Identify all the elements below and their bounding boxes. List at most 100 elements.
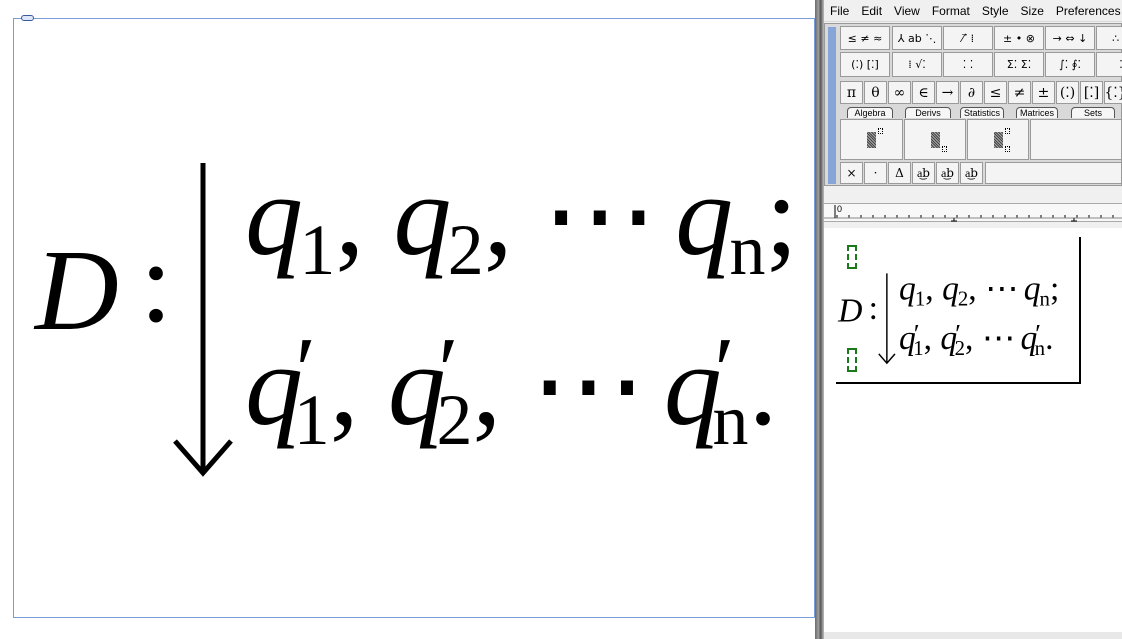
- separator: ,: [335, 152, 365, 280]
- menu-file[interactable]: File: [824, 4, 855, 18]
- template-button[interactable]: [967, 119, 1029, 160]
- tab-sets[interactable]: Sets: [1071, 107, 1115, 118]
- term-base: q: [393, 152, 452, 280]
- subscript: 1: [299, 210, 336, 291]
- palette-button[interactable]: a͜b: [912, 162, 935, 184]
- separator: ;: [765, 152, 798, 280]
- symbol-button[interactable]: →: [936, 81, 959, 104]
- symbol-button[interactable]: ±: [1032, 81, 1055, 104]
- subscript-slot-icon: [942, 146, 947, 152]
- term-base: q: [245, 152, 303, 280]
- separator: .: [1045, 319, 1054, 357]
- ruler: 0: [824, 203, 1122, 222]
- separator: ,: [968, 270, 977, 308]
- separator: ,: [483, 152, 513, 280]
- toolbar-grip[interactable]: [828, 27, 836, 184]
- ellipsis: ⋯: [530, 322, 646, 451]
- palette-button[interactable]: ∴ ∵: [1096, 26, 1122, 50]
- symbol-button[interactable]: (⁚): [1056, 81, 1079, 104]
- subscript: 2: [436, 380, 473, 461]
- menu-bar: File Edit View Format Style Size Preferences: [824, 0, 1122, 22]
- equation-lhs: D: [838, 291, 863, 329]
- palette-button[interactable]: Δ: [888, 162, 911, 184]
- menu-format[interactable]: Format: [926, 4, 976, 18]
- subscript: 2: [954, 336, 965, 360]
- palette-button[interactable]: ± • ⊗: [994, 26, 1044, 50]
- down-arrow-icon: [173, 163, 233, 478]
- subscript: n: [1039, 286, 1050, 311]
- term-base: q: [1023, 270, 1041, 308]
- subscript: 1: [293, 380, 330, 461]
- palette-button[interactable]: a͜b: [960, 162, 983, 184]
- equation-row: q1,q2,⋯qn;: [245, 158, 827, 287]
- palette-button[interactable]: ×: [840, 162, 863, 184]
- ellipsis: ⋯: [985, 270, 1019, 308]
- template-button[interactable]: [840, 119, 903, 160]
- palette-button[interactable]: ⁚ ⁚: [943, 52, 993, 77]
- palette-button[interactable]: (⁚) [⁚]: [840, 52, 890, 77]
- tab-statistics[interactable]: Statistics: [960, 107, 1004, 118]
- palette-button[interactable]: ∫⁚ ∮⁚: [1045, 52, 1095, 77]
- equation-row: q′1,q′2,⋯q′n.: [899, 320, 1062, 358]
- ellipsis: ⋯: [981, 319, 1016, 357]
- menu-view[interactable]: View: [888, 4, 926, 18]
- subscript: 2: [957, 286, 969, 311]
- ellipsis: ⋯: [541, 152, 658, 280]
- palette-button[interactable]: ⁚: [1096, 52, 1122, 77]
- palette-button[interactable]: ⁄ ⃗ ⁞: [943, 26, 993, 50]
- symbol-button[interactable]: π: [840, 81, 863, 104]
- template-block-icon: [867, 132, 876, 148]
- symbol-button[interactable]: θ: [864, 81, 887, 104]
- symbol-button[interactable]: ≤: [984, 81, 1007, 104]
- subscript: 2: [447, 210, 484, 291]
- symbol-button[interactable]: ∈: [912, 81, 935, 104]
- separator: ,: [964, 319, 974, 357]
- edit-box-bottom-border: [836, 382, 1081, 384]
- palette-button[interactable]: ·: [864, 162, 887, 184]
- separator: .: [748, 322, 778, 451]
- palette-button[interactable]: → ⇔ ↓: [1045, 26, 1095, 50]
- equation-row: q′1,q′2,⋯q′n.: [245, 322, 807, 461]
- menu-style[interactable]: Style: [976, 4, 1015, 18]
- template-empty-area: [1030, 119, 1122, 160]
- edit-box-right-border: [1079, 237, 1081, 384]
- down-arrow-icon: [878, 273, 896, 365]
- tab-algebra[interactable]: Algebra: [847, 107, 893, 118]
- equation-colon: :: [868, 289, 878, 327]
- separator: ,: [329, 322, 359, 451]
- symbol-button[interactable]: ≠: [1008, 81, 1031, 104]
- tab-matrices[interactable]: Matrices: [1016, 107, 1058, 118]
- separator: ,: [923, 319, 933, 357]
- palette-button[interactable]: Σ⁚ Σ⁚: [994, 52, 1044, 77]
- separator: ,: [472, 322, 502, 451]
- palette-button[interactable]: a͜b: [936, 162, 959, 184]
- template-block-icon: [931, 132, 940, 148]
- symbol-button[interactable]: [⁚]: [1080, 81, 1103, 104]
- equation-large: D: q1, q2, ⋯ qn; q′1, q′2, ⋯ q′n.: [0, 0, 800, 500]
- menu-edit[interactable]: Edit: [855, 4, 888, 18]
- symbol-button[interactable]: ∂: [960, 81, 983, 104]
- symbol-button[interactable]: ∞: [888, 81, 911, 104]
- term-base: q: [899, 270, 916, 308]
- separator: ,: [925, 270, 934, 308]
- subscript: n: [729, 210, 766, 291]
- palette-button[interactable]: ⅄ ab ⋱: [892, 26, 942, 50]
- superscript-slot-icon: [878, 128, 883, 134]
- window-splitter[interactable]: [815, 0, 824, 639]
- term-base: q: [942, 270, 959, 308]
- template-button[interactable]: [904, 119, 966, 160]
- tab-derivs[interactable]: Derivs: [905, 107, 951, 118]
- palette-button[interactable]: ≤ ≠ ≈: [840, 26, 890, 50]
- symbol-button[interactable]: {⁚}: [1104, 81, 1122, 104]
- equation-small[interactable]: D: q1,q2,⋯qn; q′1,q′2,⋯q′n.: [828, 226, 1060, 371]
- term-base: q: [675, 152, 734, 280]
- menu-size[interactable]: Size: [1015, 4, 1050, 18]
- subscript-slot-icon: [1005, 146, 1010, 152]
- palette-empty-area: [985, 162, 1122, 184]
- equation-colon: :: [140, 219, 173, 347]
- separator: ;: [1049, 270, 1060, 308]
- menu-preferences[interactable]: Preferences: [1050, 4, 1122, 18]
- subscript: 1: [913, 336, 924, 360]
- palette-button[interactable]: ⁞ √⁚: [892, 52, 942, 77]
- status-bar: [824, 632, 1122, 639]
